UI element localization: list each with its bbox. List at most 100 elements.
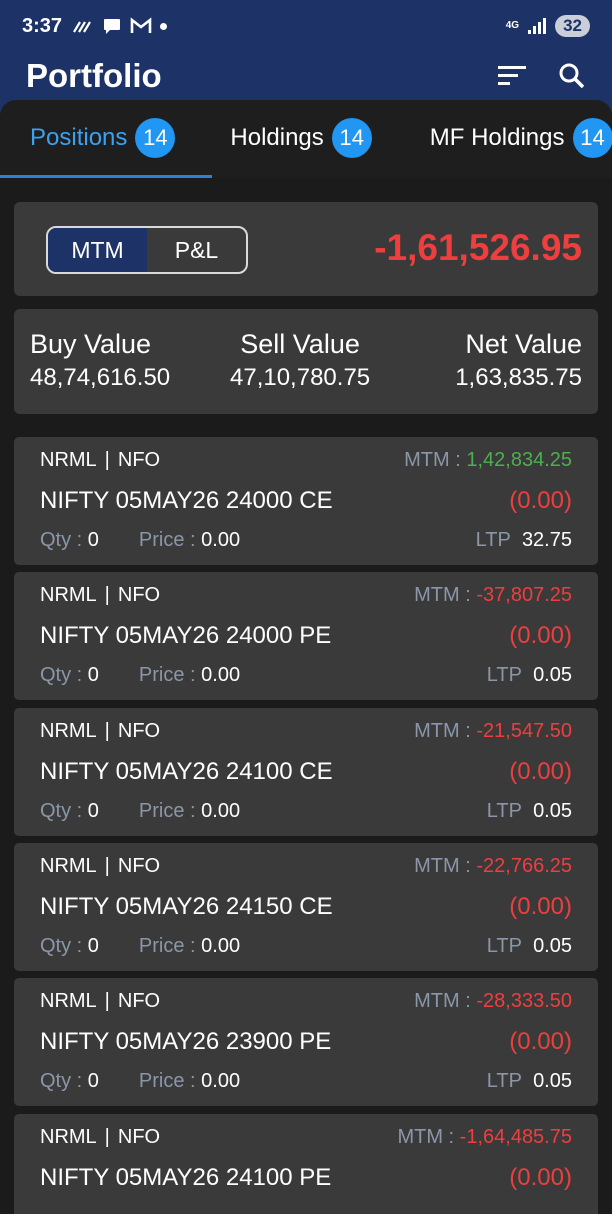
sort-icon[interactable] <box>496 63 528 89</box>
sell-value-block: Sell Value 47,10,780.75 <box>230 329 370 392</box>
active-tab-indicator <box>0 175 212 178</box>
price-value: 0.00 <box>201 1070 240 1093</box>
position-row[interactable]: NRML | NFO MTM : -22,766.25 NIFTY 05MAY2… <box>14 843 598 971</box>
mtm-value: -22,766.25 <box>476 855 572 877</box>
separator: | <box>105 855 110 878</box>
position-row[interactable]: NRML | NFO MTM : -1,64,485.75 NIFTY 05MA… <box>14 1114 598 1214</box>
tab-label: MF Holdings <box>430 124 565 152</box>
product-type: NRML <box>40 1126 97 1149</box>
ltp-label: LTP <box>487 935 522 957</box>
net-value: 1,63,835.75 <box>455 364 582 392</box>
product-type: NRML <box>40 990 97 1013</box>
buy-value-label: Buy Value <box>30 329 170 360</box>
search-icon[interactable] <box>558 62 586 90</box>
change-value: (0.00) <box>509 1028 572 1056</box>
tab-holdings[interactable]: Holdings 14 <box>230 118 371 158</box>
net-value-label: Net Value <box>455 329 582 360</box>
price-label: Price : <box>139 1070 196 1093</box>
mtm-pnl-toggle[interactable]: MTM P&L <box>46 226 248 274</box>
price-value: 0.00 <box>201 935 240 958</box>
position-row[interactable]: NRML | NFO MTM : -37,807.25 NIFTY 05MAY2… <box>14 572 598 700</box>
change-value: (0.00) <box>509 893 572 921</box>
network-type-icon: 4G <box>506 21 519 31</box>
ltp-label: LTP <box>487 664 522 686</box>
ltp-value: 0.05 <box>533 935 572 957</box>
mtm-value: -28,333.50 <box>476 990 572 1012</box>
qty-label: Qty : <box>40 935 82 958</box>
ltp-value: 0.05 <box>533 800 572 822</box>
symbol: NIFTY 05MAY26 24100 CE <box>40 758 333 786</box>
mtm-summary-card: MTM P&L -1,61,526.95 <box>14 202 598 296</box>
qty-value: 0 <box>88 800 99 823</box>
qty-value: 0 <box>88 1070 99 1093</box>
mtm-toggle-option[interactable]: MTM <box>48 228 147 272</box>
separator: | <box>105 990 110 1013</box>
value-summary-card: Buy Value 48,74,616.50 Sell Value 47,10,… <box>14 309 598 414</box>
symbol: NIFTY 05MAY26 24000 CE <box>40 487 333 515</box>
tab-positions[interactable]: Positions 14 <box>30 118 175 158</box>
separator: | <box>105 584 110 607</box>
notification-dot-icon <box>160 23 167 30</box>
ltp-label: LTP <box>476 529 511 551</box>
qty-value: 0 <box>88 935 99 958</box>
ltp-value: 0.05 <box>533 664 572 686</box>
exchange: NFO <box>118 990 160 1013</box>
price-label: Price : <box>139 935 196 958</box>
ltp-label: LTP <box>487 800 522 822</box>
symbol: NIFTY 05MAY26 23900 PE <box>40 1028 331 1056</box>
sell-value-label: Sell Value <box>230 329 370 360</box>
separator: | <box>105 449 110 472</box>
position-row[interactable]: NRML | NFO MTM : -21,547.50 NIFTY 05MAY2… <box>14 708 598 836</box>
price-label: Price : <box>139 800 196 823</box>
exchange: NFO <box>118 1126 160 1149</box>
price-value: 0.00 <box>201 529 240 552</box>
count-badge: 14 <box>135 118 175 158</box>
symbol: NIFTY 05MAY26 24000 PE <box>40 622 331 650</box>
qty-label: Qty : <box>40 529 82 552</box>
mtm-value: -21,547.50 <box>476 720 572 742</box>
mtm-label: MTM : <box>397 1126 454 1148</box>
change-value: (0.00) <box>509 1164 572 1192</box>
change-value: (0.00) <box>509 622 572 650</box>
battery-icon: 32 <box>555 15 590 37</box>
ltp-value: 32.75 <box>522 529 572 551</box>
symbol: NIFTY 05MAY26 24100 PE <box>40 1164 331 1192</box>
mtm-label: MTM : <box>414 584 471 606</box>
product-type: NRML <box>40 449 97 472</box>
mtm-label: MTM : <box>414 855 471 877</box>
sell-value: 47,10,780.75 <box>230 364 370 392</box>
cellular-signal-icon <box>527 17 547 35</box>
signal-boost-icon <box>72 18 94 34</box>
separator: | <box>105 720 110 743</box>
tab-mf-holdings[interactable]: MF Holdings 14 <box>430 118 612 158</box>
qty-label: Qty : <box>40 800 82 823</box>
mtm-label: MTM : <box>414 720 471 742</box>
exchange: NFO <box>118 449 160 472</box>
qty-value: 0 <box>88 529 99 552</box>
tab-bar: Positions 14 Holdings 14 MF Holdings 14 <box>0 100 612 178</box>
exchange: NFO <box>118 584 160 607</box>
price-value: 0.00 <box>201 664 240 687</box>
price-label: Price : <box>139 529 196 552</box>
count-badge: 14 <box>573 118 612 158</box>
symbol: NIFTY 05MAY26 24150 CE <box>40 893 333 921</box>
price-label: Price : <box>139 664 196 687</box>
exchange: NFO <box>118 720 160 743</box>
count-badge: 14 <box>332 118 372 158</box>
status-time: 3:37 <box>22 15 62 38</box>
mtm-value: -1,64,485.75 <box>460 1126 572 1148</box>
change-value: (0.00) <box>509 487 572 515</box>
change-value: (0.00) <box>509 758 572 786</box>
position-row[interactable]: NRML | NFO MTM : 1,42,834.25 NIFTY 05MAY… <box>14 437 598 565</box>
qty-label: Qty : <box>40 664 82 687</box>
exchange: NFO <box>118 855 160 878</box>
price-value: 0.00 <box>201 800 240 823</box>
status-bar: 3:37 4G 32 <box>0 0 612 52</box>
qty-value: 0 <box>88 664 99 687</box>
buy-value-block: Buy Value 48,74,616.50 <box>30 329 170 392</box>
pnl-toggle-option[interactable]: P&L <box>147 228 246 272</box>
tab-label: Positions <box>30 124 127 152</box>
position-row[interactable]: NRML | NFO MTM : -28,333.50 NIFTY 05MAY2… <box>14 978 598 1106</box>
ltp-label: LTP <box>487 1070 522 1092</box>
mtm-value: 1,42,834.25 <box>466 449 572 471</box>
